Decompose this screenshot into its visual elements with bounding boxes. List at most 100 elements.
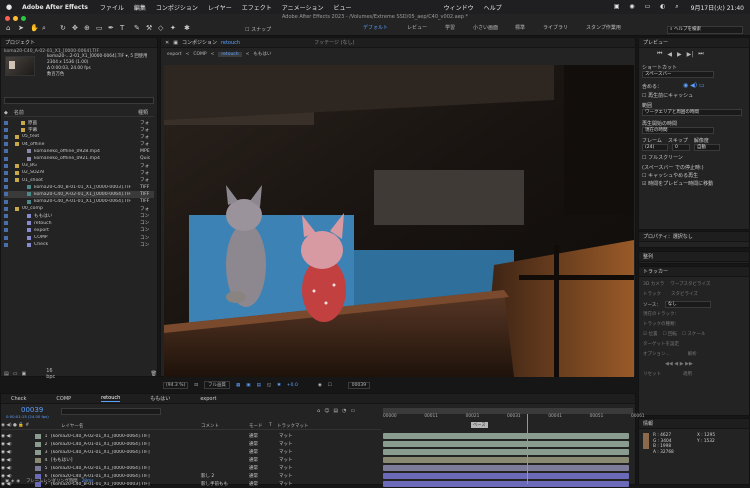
camera-tracker-button[interactable]: 3D カメラ <box>643 281 664 287</box>
fit-icon[interactable]: ⊡ <box>194 383 198 388</box>
project-item[interactable]: 04_offline フォ <box>4 141 154 148</box>
layer-row[interactable]: ◉ ◀) 3 [koma20-C40_A-01-01_X1_[0000-0064].… <box>1 448 381 456</box>
col-t[interactable]: T <box>269 423 277 428</box>
timeline-tab-momohai[interactable]: ももはい <box>150 395 170 402</box>
reset-button[interactable]: リセット <box>643 371 661 377</box>
selection-tool-icon[interactable]: ➤ <box>18 25 25 32</box>
project-item[interactable]: 00_comp フォ <box>4 205 154 212</box>
visibility-icon[interactable]: ◉ ◀) <box>1 434 35 439</box>
project-item[interactable]: ももはい コン <box>4 212 154 219</box>
layer-comment[interactable]: 影し 2 <box>201 473 249 479</box>
project-item[interactable]: 原画 フォ <box>4 119 154 126</box>
scale-checkbox[interactable]: ☐ スケール <box>682 331 705 337</box>
shy-icon[interactable]: ☺ <box>324 408 329 414</box>
label-color-icon[interactable] <box>4 163 8 168</box>
menu-window[interactable]: ウィンドウ <box>444 3 474 12</box>
eraser-tool-icon[interactable]: ◇ <box>158 25 165 32</box>
home-icon[interactable]: ⌂ <box>6 25 13 32</box>
visibility-icon[interactable]: ◉ ◀) <box>1 466 35 471</box>
camera-tool-icon[interactable]: ✥ <box>72 25 79 32</box>
clone-tool-icon[interactable]: ⚒ <box>146 25 153 32</box>
trash-icon[interactable]: 🗑 <box>151 371 157 377</box>
label-color-icon[interactable] <box>4 134 8 139</box>
close-tab-icon[interactable]: ✕ <box>165 40 169 46</box>
time-ruler[interactable]: 00000 00011 00021 00031 00041 00051 00061 <box>383 414 645 422</box>
exposure-icon[interactable]: ✱ <box>277 383 281 388</box>
puppet-tool-icon[interactable]: ✱ <box>184 25 191 32</box>
layer-name[interactable]: [koma20-C40_A-01-01_X1_[0000-0064].TIF] <box>51 442 201 447</box>
footer-icons[interactable]: ▣◈◉ <box>5 479 22 484</box>
interpret-footage-icon[interactable]: ▤ <box>4 371 9 377</box>
frame-blend-icon[interactable]: ▤ <box>333 408 338 414</box>
project-item[interactable]: koma20-C40_B-01-01_X1_[0000-0003].TIF TIF… <box>4 184 154 191</box>
close-button[interactable] <box>5 16 10 21</box>
menu-file[interactable]: ファイル <box>100 3 124 12</box>
layer-bar[interactable] <box>383 481 629 487</box>
roto-brush-icon[interactable]: ✦ <box>170 25 177 32</box>
project-item[interactable]: 05_text フォ <box>4 133 154 140</box>
layer-mode[interactable]: 通常 <box>249 449 271 455</box>
layer-mode[interactable]: 通常 <box>249 457 271 463</box>
options-button[interactable]: オプション... <box>643 351 670 357</box>
playhead[interactable] <box>527 414 528 484</box>
position-checkbox[interactable]: ☑ 位置 <box>643 331 657 337</box>
move-time-checkbox[interactable]: ☑ 時間をプレビュー時間に移動 <box>642 180 713 187</box>
layer-name[interactable]: [koma20-C40_A-01-01_X1_[0000-0064].TIF] <box>51 450 201 455</box>
project-item[interactable]: Check コン <box>4 241 154 248</box>
workspace-standard[interactable]: 標準 <box>515 24 525 31</box>
layer-bar[interactable] <box>383 441 629 447</box>
first-frame-icon[interactable]: ⏮ <box>657 50 662 58</box>
footage-tab[interactable]: フッテージ (なし) <box>314 39 354 46</box>
pen-tool-icon[interactable]: ✒ <box>108 25 115 32</box>
layer-bar[interactable] <box>383 449 629 455</box>
column-name[interactable]: 名前 <box>14 109 138 116</box>
app-menu[interactable]: Adobe After Effects <box>22 4 88 11</box>
workspace-small-screen[interactable]: 小さい画面 <box>473 24 498 31</box>
layer-mode[interactable]: 通常 <box>249 473 271 479</box>
menu-layer[interactable]: レイヤー <box>208 3 232 12</box>
resolution-dropdown[interactable]: 自動 <box>694 144 720 151</box>
timeline-tab-check[interactable]: Check <box>11 396 26 402</box>
minimize-button[interactable] <box>13 16 18 21</box>
timeline-timecode[interactable]: 00039 <box>21 406 43 414</box>
edit-target-button[interactable]: ターゲットを設定 <box>643 341 679 347</box>
breadcrumb-momohai[interactable]: ももはい <box>253 51 271 57</box>
col-track-matte[interactable]: トラックマット <box>277 423 317 429</box>
project-tab[interactable]: プロジェクト <box>5 39 35 46</box>
visibility-icon[interactable]: ◉ ◀) <box>1 442 35 447</box>
label-color-icon[interactable] <box>4 199 8 204</box>
shape-tool-icon[interactable]: ▭ <box>96 25 103 32</box>
workspace-libraries[interactable]: ライブラリ <box>543 24 568 31</box>
project-item[interactable]: koma20-C40_A-02-01_X1_[0000-0064].TIF TIF… <box>4 190 154 199</box>
last-frame-icon[interactable]: ⏭ <box>698 50 703 58</box>
label-color-icon[interactable] <box>4 120 8 125</box>
project-item[interactable]: export コン <box>4 227 154 234</box>
layer-bar[interactable] <box>383 473 629 479</box>
layer-mode[interactable]: 通常 <box>249 433 271 439</box>
fullscreen-checkbox[interactable]: ☐ フルスクリーン <box>642 154 683 161</box>
analyze-controls[interactable]: ◀◀ ◀ ▶ ▶▶ <box>665 361 693 367</box>
label-color-icon[interactable] <box>4 214 8 219</box>
hand-tool-icon[interactable]: ✋ <box>30 25 39 32</box>
layer-mode[interactable]: 通常 <box>249 465 271 471</box>
label-color-icon[interactable] <box>4 185 8 190</box>
layer-mode[interactable]: 通常 <box>249 441 271 447</box>
cache-before-checkbox[interactable]: ☐ 再生前にキャッシュ <box>642 92 693 99</box>
quality-dropdown[interactable]: フル画質 <box>204 381 231 389</box>
pan-behind-icon[interactable]: ⊕ <box>84 25 91 32</box>
menu-view[interactable]: ビュー <box>334 3 352 12</box>
brush-tool-icon[interactable]: ✎ <box>134 25 141 32</box>
layer-bar[interactable] <box>383 465 629 471</box>
zoom-button[interactable] <box>21 16 26 21</box>
label-color-icon[interactable] <box>4 149 8 154</box>
label-color-icon[interactable] <box>4 142 8 147</box>
menu-composition[interactable]: コンポジション <box>156 3 198 12</box>
fps-dropdown[interactable]: (24) <box>642 144 668 151</box>
comp-lock-icon[interactable]: ▣ <box>173 40 178 46</box>
help-search-input[interactable]: ⌕ ヘルプを検索 <box>667 26 743 34</box>
project-item[interactable]: 03_BG フォ <box>4 162 154 169</box>
graph-editor-icon[interactable]: ▭ <box>351 408 356 414</box>
layer-name[interactable]: [koma20-C40_A-02-01_X1_[0000-0064].TIF] <box>51 466 201 471</box>
project-item[interactable]: 02_SOZAI フォ <box>4 169 154 176</box>
workspace-stamp[interactable]: スタンプ作業用 <box>586 24 621 31</box>
